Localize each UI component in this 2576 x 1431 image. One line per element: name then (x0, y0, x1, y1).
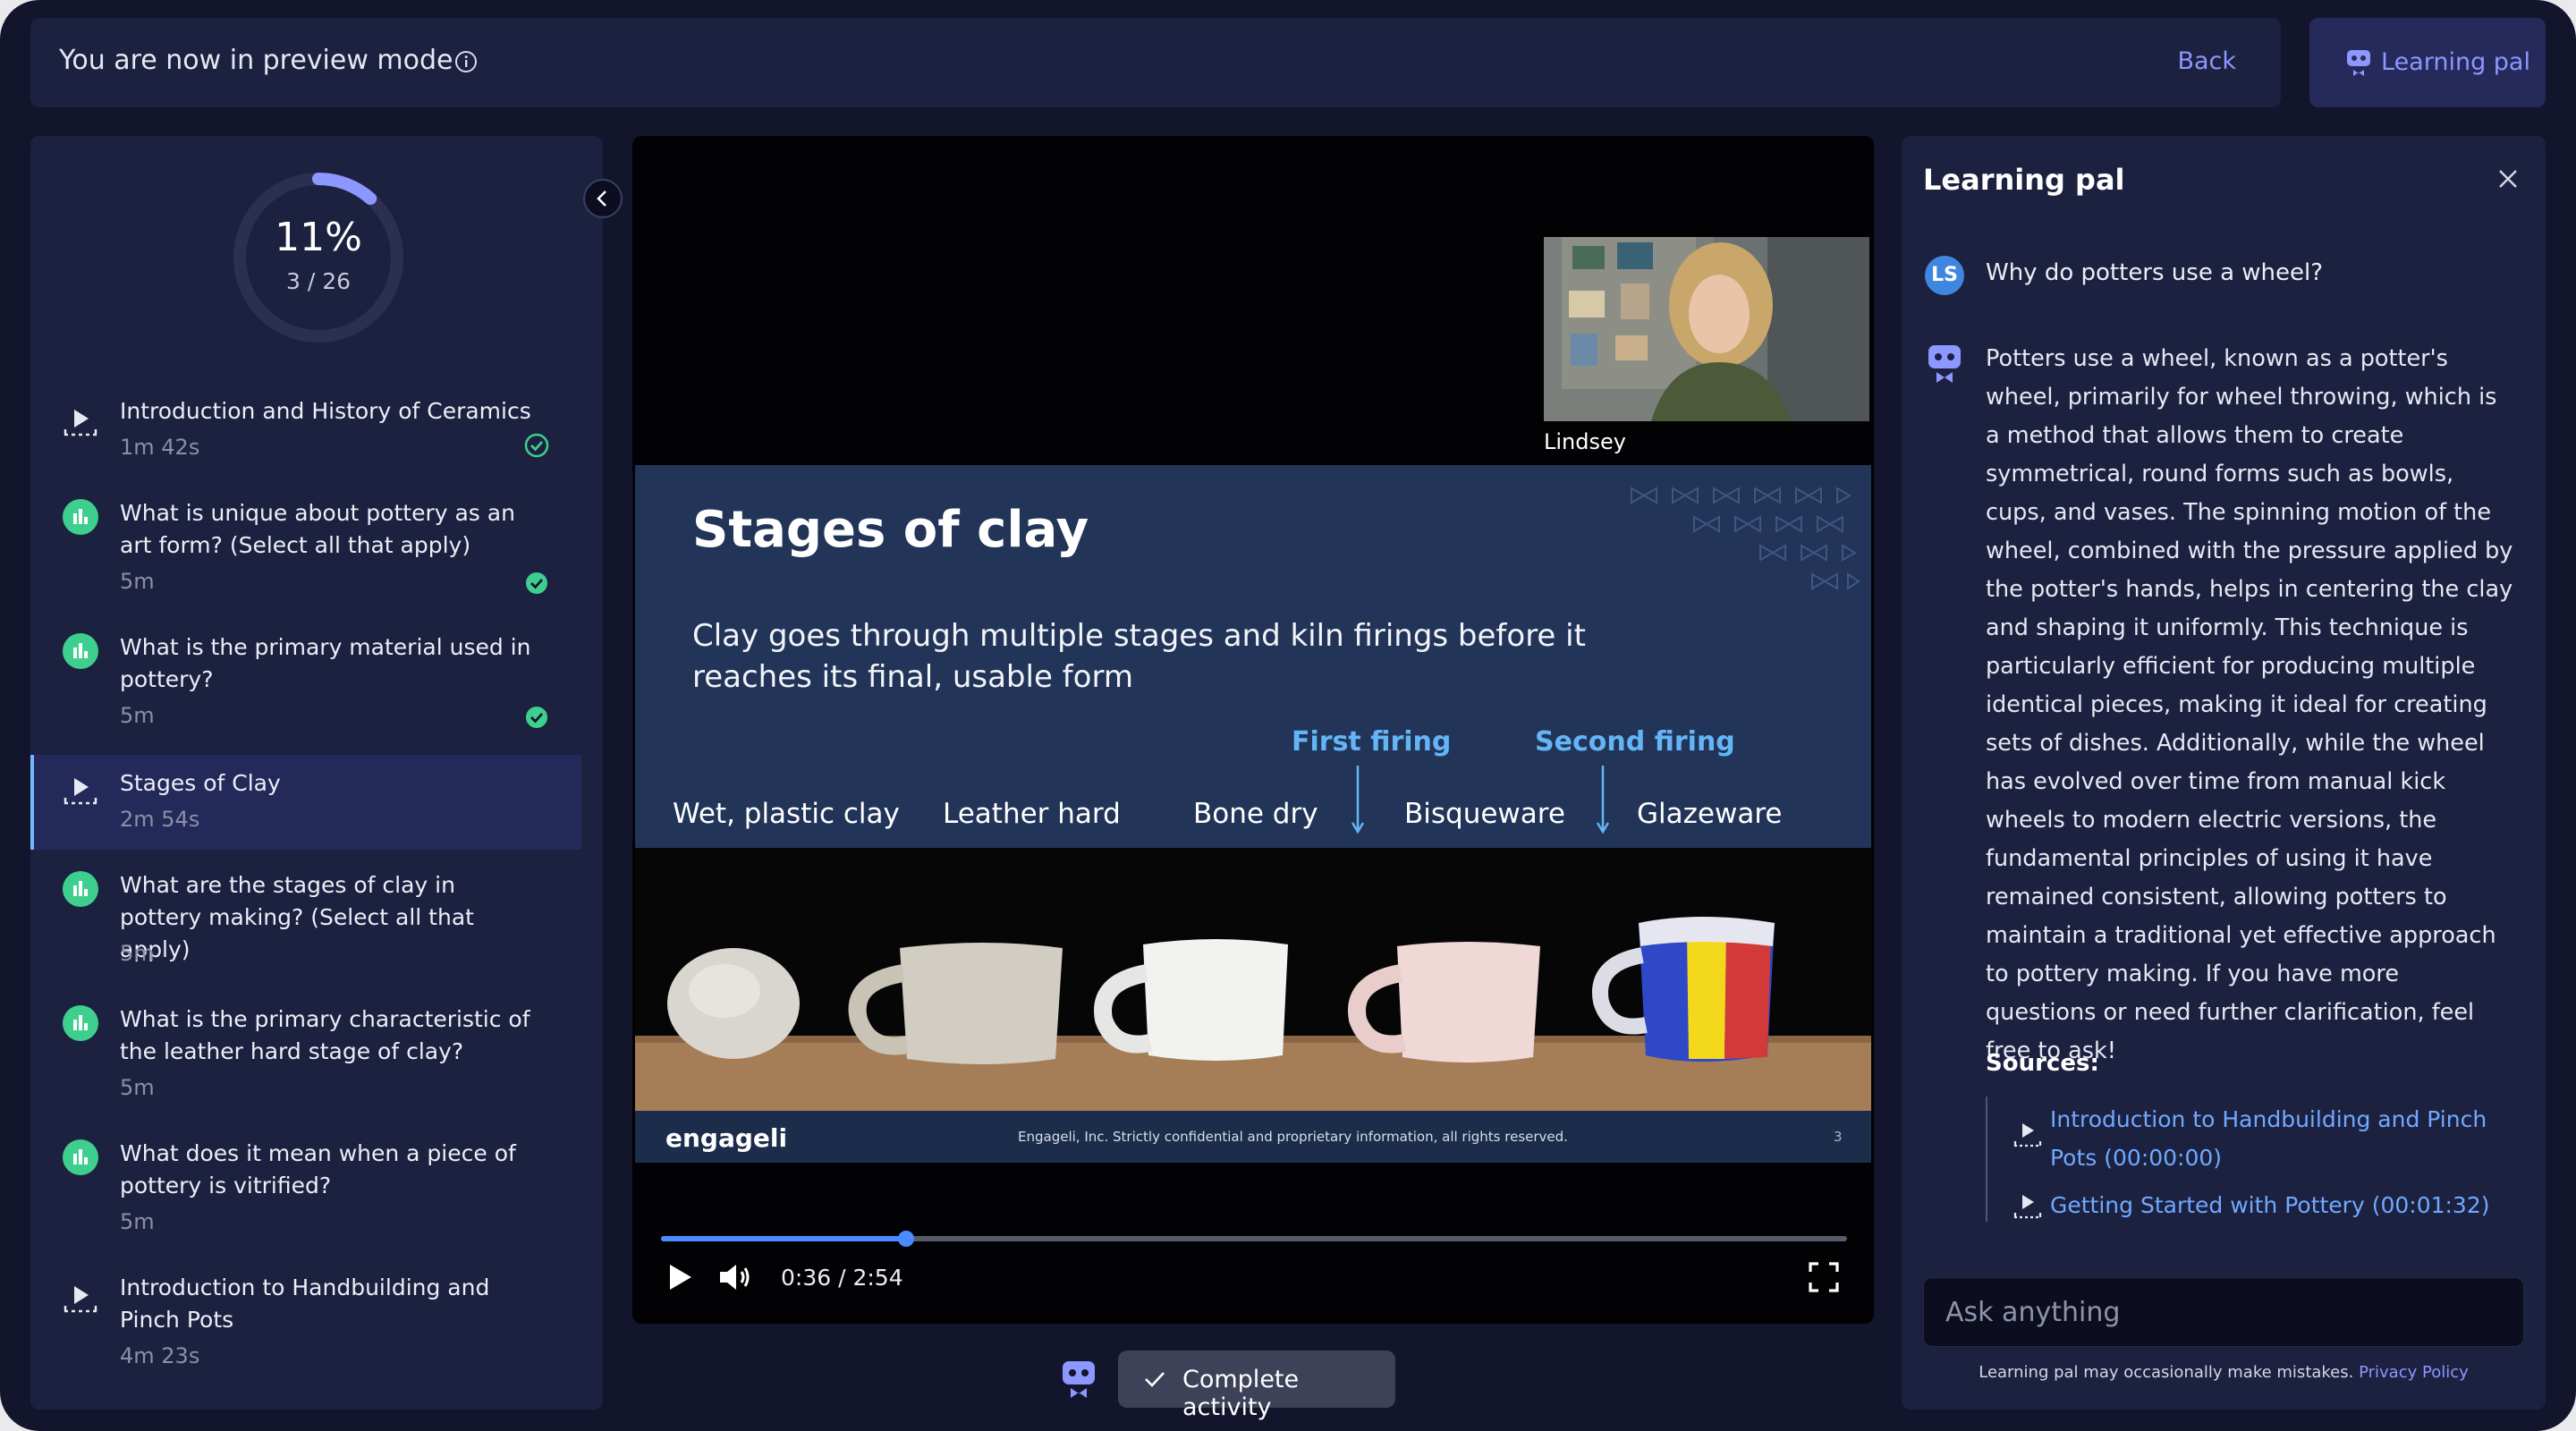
activity-sidebar: 11% 3 / 26 Introduction and History of C… (30, 136, 603, 1410)
activity-duration: 5m (120, 1209, 155, 1234)
ask-input[interactable] (1923, 1277, 2524, 1347)
fullscreen-icon[interactable] (1806, 1259, 1842, 1295)
active-indicator (30, 755, 34, 850)
second-firing-label: Second firing (1535, 726, 1735, 758)
activity-title: What is unique about pottery as an art f… (120, 500, 515, 558)
activity-duration: 5m (120, 703, 155, 728)
learning-pal-button[interactable]: Learning pal (2309, 18, 2546, 107)
complete-activity-label: Complete activity (1182, 1366, 1300, 1421)
robot-icon (1928, 345, 1961, 383)
app-window: You are now in preview mode Back Learnin… (0, 0, 2576, 1431)
activity-title: Introduction to Handbuilding and Pinch P… (120, 1274, 490, 1333)
activity-item[interactable]: What are the stages of clay in pottery m… (30, 869, 581, 1003)
chevron-left-icon (597, 191, 606, 207)
activity-duration: 5m (120, 1075, 155, 1100)
activity-duration: 5m (120, 941, 155, 966)
pottery-photo (635, 848, 1871, 1111)
back-button[interactable]: Back (2177, 47, 2236, 75)
stage-label: Bisqueware (1404, 798, 1565, 830)
video-activity-icon (64, 778, 97, 805)
activity-title: What is the primary material used in pot… (120, 634, 531, 692)
info-icon[interactable] (454, 50, 478, 73)
play-icon[interactable] (661, 1259, 697, 1295)
sources-divider (1986, 1097, 1987, 1222)
close-icon[interactable] (2497, 168, 2519, 190)
volume-icon[interactable] (716, 1259, 756, 1295)
first-firing-arrow (1351, 766, 1365, 834)
video-player[interactable]: Lindsey Stages of clay Clay goes through… (632, 136, 1874, 1324)
poll-activity-icon (63, 1005, 98, 1041)
activity-duration: 1m 42s (120, 435, 200, 460)
seek-progress (661, 1236, 907, 1241)
activity-item-active[interactable]: Stages of Clay 2m 54s (30, 755, 581, 850)
activity-title: Stages of Clay (120, 770, 281, 796)
assistant-answer: Potters use a wheel, known as a potter's… (1986, 345, 2513, 1064)
source-link[interactable]: Getting Started with Pottery (00:01:32) (2050, 1186, 2515, 1224)
stage-label: Bone dry (1193, 798, 1318, 830)
preview-bar: You are now in preview mode Back (30, 18, 2281, 107)
engageli-logo: engageli (665, 1123, 788, 1153)
poll-activity-icon (63, 499, 98, 535)
slide: Stages of clay Clay goes through multipl… (635, 465, 1871, 848)
slide-page-number: 3 (1834, 1129, 1843, 1145)
stage-label: Wet, plastic clay (673, 798, 900, 830)
first-firing-label: First firing (1292, 726, 1452, 758)
completed-check-icon (526, 707, 547, 728)
learning-pal-panel: Learning pal LS Why do potters use a whe… (1902, 136, 2546, 1410)
completed-check-icon (526, 572, 547, 594)
sources-heading: Sources: (1986, 1050, 2099, 1077)
slide-title: Stages of clay (692, 501, 1089, 559)
presenter-name: Lindsey (1544, 429, 1626, 454)
poll-activity-icon (63, 871, 98, 907)
activity-title: Introduction and History of Ceramics (120, 398, 531, 424)
slide-footer: engageli Engageli, Inc. Strictly confide… (635, 1111, 1871, 1163)
activity-item[interactable]: Introduction to Handbuilding and Pinch P… (30, 1272, 581, 1406)
learning-pal-header: Learning pal (1923, 163, 2125, 197)
activity-item[interactable]: What is the primary characteristic of th… (30, 1003, 581, 1138)
second-firing-arrow (1596, 766, 1610, 834)
video-source-icon (2013, 1195, 2042, 1219)
collapse-sidebar-button[interactable] (583, 179, 623, 218)
source-link[interactable]: Introduction to Handbuilding and Pinch P… (2050, 1100, 2515, 1177)
activity-title: What does it mean when a piece of potter… (120, 1140, 516, 1198)
slide-text: Clay goes through multiple stages and ki… (692, 618, 1586, 695)
robot-icon (2347, 50, 2370, 76)
video-activity-icon (64, 410, 97, 436)
progress-ring: 11% 3 / 26 (229, 168, 408, 347)
video-activity-icon (64, 1286, 97, 1313)
completed-check-icon (524, 433, 549, 458)
video-source-icon (2013, 1123, 2042, 1147)
disclaimer-text: Learning pal may occasionally make mista… (1979, 1363, 2354, 1382)
activity-title: What are the stages of clay in pottery m… (120, 872, 474, 962)
progress-count: 3 / 26 (285, 268, 352, 294)
progress-percent: 11% (275, 215, 362, 260)
decorative-triangles (1631, 487, 1860, 590)
activity-duration: 2m 54s (120, 807, 200, 832)
user-avatar: LS (1925, 256, 1964, 295)
robot-icon[interactable] (1061, 1356, 1097, 1399)
seek-bar[interactable] (661, 1231, 1847, 1247)
stage-label: Leather hard (943, 798, 1121, 830)
poll-activity-icon (63, 633, 98, 669)
stage-label: Glazeware (1637, 798, 1783, 830)
video-time: 0:36 / 2:54 (781, 1265, 903, 1291)
preview-mode-text: You are now in preview mode (59, 45, 453, 76)
activity-duration: 4m 23s (120, 1343, 200, 1368)
poll-activity-icon (63, 1139, 98, 1175)
activity-item[interactable]: Introduction and History of Ceramics 1m … (30, 395, 581, 503)
activity-item[interactable]: What is the primary material used in pot… (30, 631, 581, 766)
activity-title: What is the primary characteristic of th… (120, 1006, 530, 1064)
confidential-notice: Engageli, Inc. Strictly confidential and… (1018, 1129, 1568, 1145)
activity-duration: 5m (120, 569, 155, 594)
learning-pal-label: Learning pal (2381, 48, 2530, 76)
activity-item[interactable]: What does it mean when a piece of potter… (30, 1138, 581, 1272)
seek-handle[interactable] (898, 1231, 915, 1247)
check-icon (1145, 1372, 1165, 1387)
privacy-policy-link[interactable]: Privacy Policy (2359, 1363, 2469, 1382)
activity-item[interactable]: What is unique about pottery as an art f… (30, 497, 581, 631)
complete-activity-button[interactable]: Complete activity (1118, 1351, 1395, 1421)
presenter-webcam (1544, 237, 1869, 421)
disclaimer: Learning pal may occasionally make mista… (1902, 1363, 2546, 1382)
user-question: Why do potters use a wheel? (1986, 259, 2324, 286)
